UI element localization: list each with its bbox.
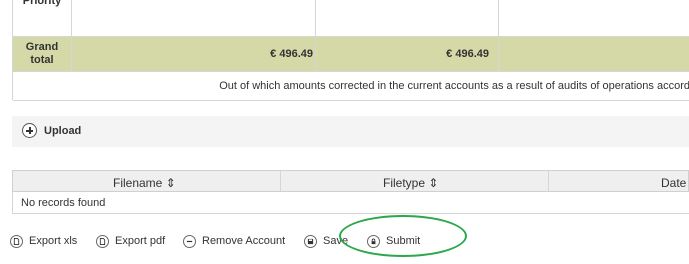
annotation-ellipse: [339, 215, 467, 257]
grand-total-amount-2: € 496.49: [446, 48, 489, 60]
priority-row: Priority: [13, 0, 689, 37]
export-xls-button[interactable]: Export xls: [10, 233, 77, 249]
column-header-date[interactable]: Date: [661, 176, 686, 190]
remove-account-button[interactable]: Remove Account: [183, 233, 285, 249]
upload-bar: Upload: [12, 116, 689, 147]
column-header-filename[interactable]: Filename ⇕: [113, 176, 176, 190]
document-icon: [96, 234, 109, 248]
floppy-disk-icon: [304, 234, 317, 248]
files-table-header: Filename ⇕ Filetype ⇕ Date: [12, 170, 689, 192]
files-table-body: No records found: [12, 192, 689, 214]
corrections-note-row: Out of which amounts corrected in the cu…: [13, 72, 689, 101]
column-divider: [71, 0, 72, 72]
column-divider: [315, 0, 316, 72]
minus-icon: [183, 234, 196, 248]
column-header-filetype[interactable]: Filetype ⇕: [383, 176, 438, 190]
remove-account-label: Remove Account: [202, 235, 286, 247]
empty-message: No records found: [21, 197, 106, 209]
export-pdf-label: Export pdf: [115, 235, 166, 247]
upload-button[interactable]: Upload: [44, 125, 81, 137]
summary-table: Priority Grand total € 496.49 € 496.49 O…: [12, 0, 689, 101]
column-divider: [498, 0, 499, 72]
export-xls-label: Export xls: [29, 235, 78, 247]
grand-total-label: Grand total: [25, 41, 59, 66]
priority-label: Priority: [22, 0, 62, 7]
corrections-note: Out of which amounts corrected in the cu…: [219, 80, 689, 92]
column-divider: [548, 171, 549, 191]
document-icon: [10, 234, 23, 248]
column-divider: [280, 171, 281, 191]
export-pdf-button[interactable]: Export pdf: [96, 233, 165, 249]
plus-icon[interactable]: [22, 123, 37, 138]
grand-total-amount-1: € 496.49: [270, 48, 313, 60]
grand-total-row: Grand total € 496.49 € 496.49: [13, 37, 689, 72]
files-table: Filename ⇕ Filetype ⇕ Date No records fo…: [12, 170, 689, 214]
